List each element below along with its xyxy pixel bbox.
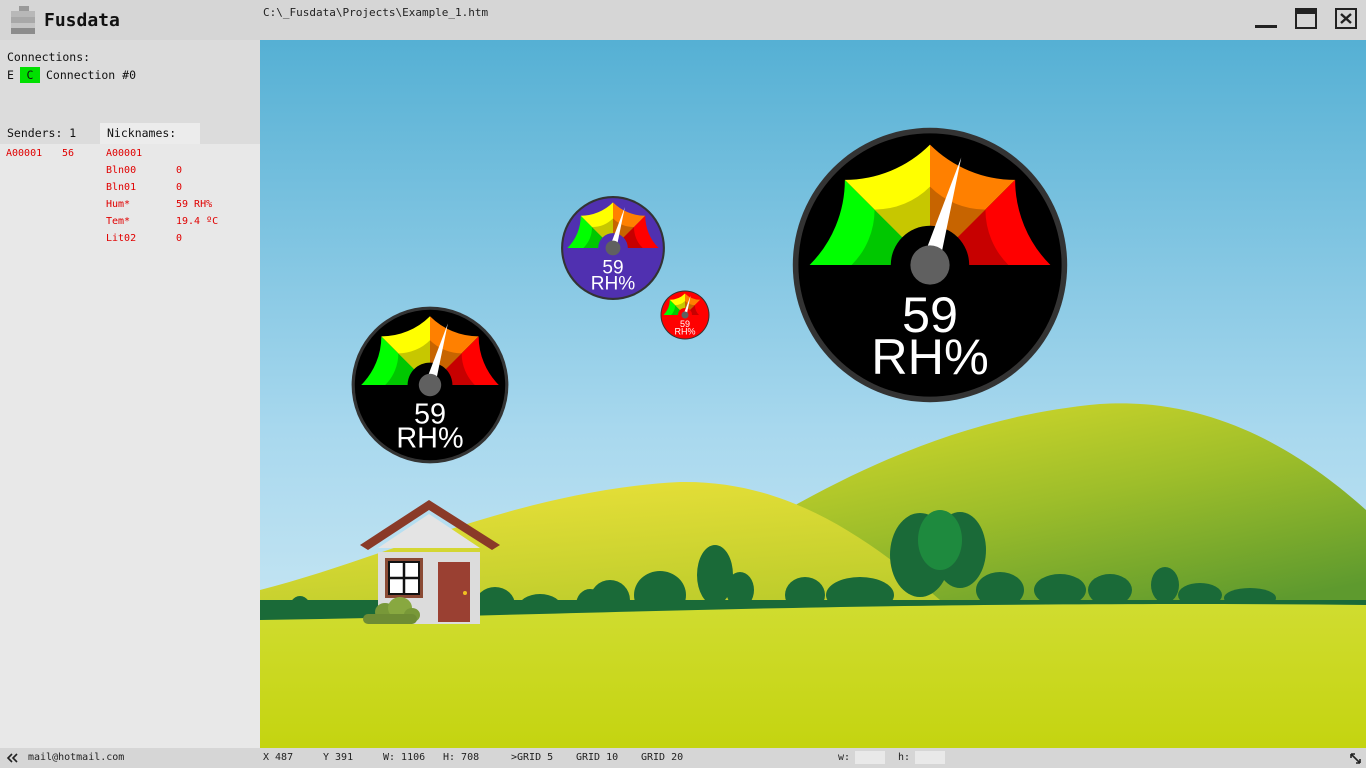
nickname-value: 0 [176, 182, 183, 193]
nickname-name[interactable]: Tem* [106, 216, 130, 227]
height-input[interactable] [915, 751, 945, 764]
height-label: h: [898, 752, 911, 763]
gauge-large[interactable]: 59RH% [790, 125, 1070, 405]
connections-label: Connections: [7, 50, 91, 64]
nickname-value: 0 [176, 233, 183, 244]
connection-e-toggle[interactable]: E [7, 68, 20, 82]
gauge-purple[interactable]: 59RH% [560, 195, 666, 301]
connection-status-badge[interactable]: C [20, 67, 40, 83]
nickname-value: 19.4 ºC [176, 216, 219, 227]
grid-5-button[interactable]: >GRID 5 [511, 752, 553, 763]
tab-bar: Senders: 1 Nicknames: [0, 123, 260, 144]
cursor-y: Y 391 [323, 752, 354, 763]
width-label: w: [838, 752, 851, 763]
collapse-panel-icon[interactable] [6, 753, 18, 763]
nickname-value: 0 [176, 165, 183, 176]
gauge-unit: RH% [674, 327, 695, 337]
gauge-hub [605, 240, 621, 256]
cursor-x: X 487 [263, 752, 294, 763]
sender-value: 56 [62, 148, 75, 159]
maximize-button[interactable] [1295, 8, 1317, 30]
gauge-hub [910, 245, 950, 285]
gauge-red[interactable]: 59RH% [660, 290, 710, 340]
connection-row[interactable]: E C Connection #0 [7, 67, 136, 83]
dashboard-canvas[interactable]: 59 RH% 59 RH% 59 RH% 59 RH% [260, 40, 1366, 748]
tab-nicknames[interactable]: Nicknames: [100, 123, 200, 144]
gauge-hub [418, 373, 442, 397]
data-list: A00001 56 A00001 Bln00 0 Bln01 0 Hum* 59… [0, 144, 260, 748]
title-bar: Fusdata C:\_Fusdata\Projects\Example_1.h… [0, 0, 1366, 40]
nickname-header: A00001 [106, 148, 143, 159]
nickname-name[interactable]: Lit02 [106, 233, 136, 244]
minimize-button[interactable] [1255, 8, 1277, 30]
gauge-unit: RH% [396, 422, 463, 454]
resize-icon[interactable] [1349, 752, 1362, 765]
connection-name[interactable]: Connection #0 [46, 68, 136, 82]
gauge-unit: RH% [591, 273, 636, 294]
user-email: mail@hotmail.com [28, 752, 125, 763]
nickname-value: 59 RH% [176, 199, 213, 210]
width-input[interactable] [855, 751, 885, 764]
canvas-height: H: 708 [443, 752, 480, 763]
nickname-name[interactable]: Hum* [106, 199, 130, 210]
app-title: Fusdata [44, 10, 120, 31]
canvas-width: W: 1106 [383, 752, 426, 763]
status-bar: mail@hotmail.com X 487 Y 391 W: 1106 H: … [0, 748, 1366, 768]
grid-10-button[interactable]: GRID 10 [576, 752, 618, 763]
nickname-name[interactable]: Bln00 [106, 165, 136, 176]
tab-senders[interactable]: Senders: 1 [0, 123, 100, 144]
nickname-name[interactable]: Bln01 [106, 182, 136, 193]
file-path: C:\_Fusdata\Projects\Example_1.htm [263, 6, 489, 19]
gauge-medium[interactable]: 59RH% [350, 305, 510, 465]
fusdata-logo-icon [11, 6, 35, 34]
grid-20-button[interactable]: GRID 20 [641, 752, 683, 763]
gauge-hub [681, 311, 689, 319]
close-button[interactable] [1335, 8, 1357, 30]
sender-id[interactable]: A00001 [6, 148, 42, 159]
sidebar: Connections: E C Connection #0 Senders: … [0, 40, 260, 748]
gauge-unit: RH% [871, 328, 989, 385]
